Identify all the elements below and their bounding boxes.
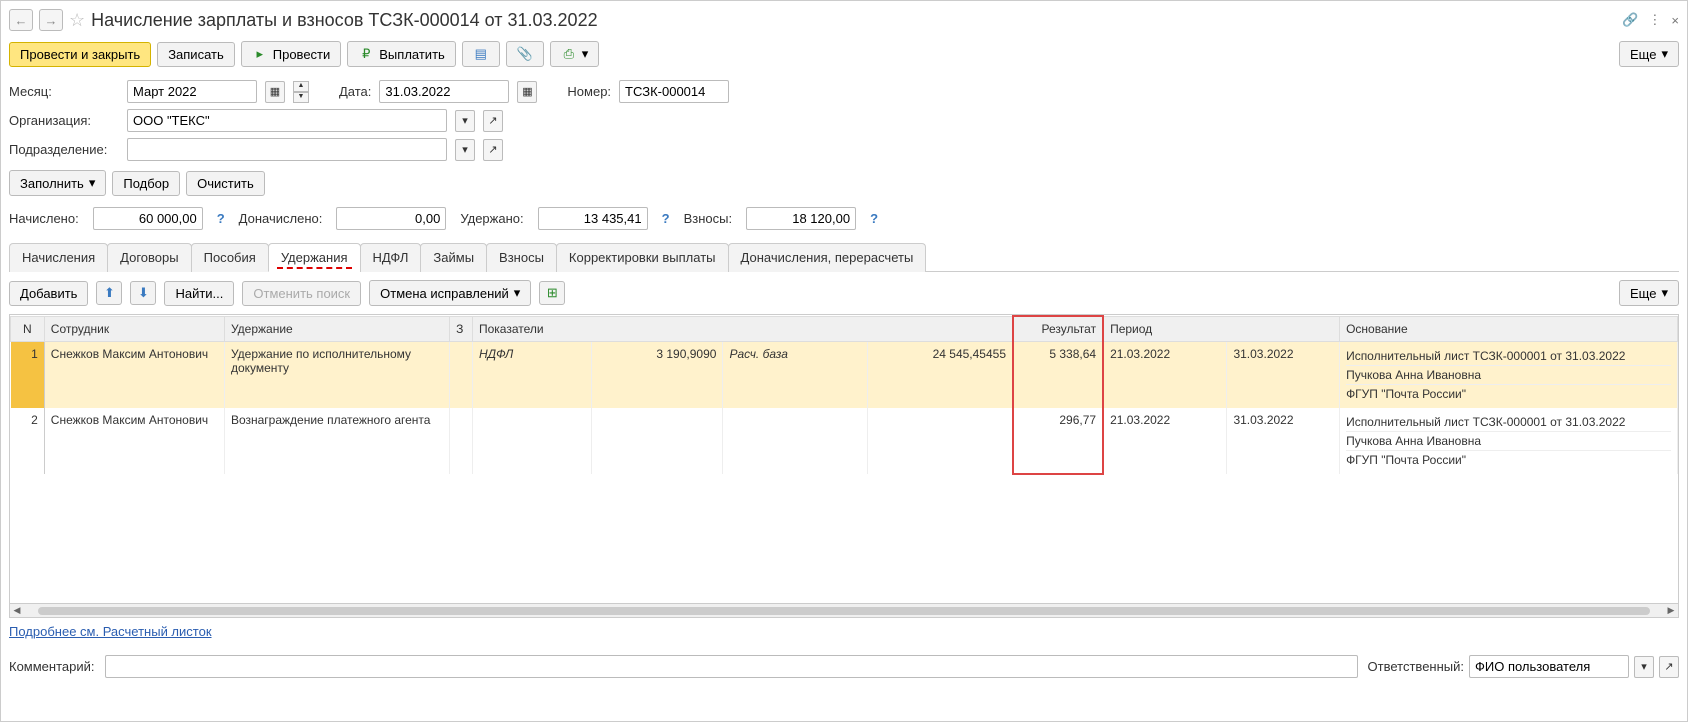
org-label: Организация: — [9, 113, 119, 128]
move-up-button[interactable]: ⬆ — [96, 281, 122, 305]
comment-input[interactable] — [105, 655, 1358, 678]
responsible-open-icon[interactable]: ↗ — [1659, 656, 1679, 678]
date-label: Дата: — [339, 84, 371, 99]
responsible-input[interactable] — [1469, 655, 1629, 678]
post-icon: ▸ — [252, 46, 268, 62]
pay-button[interactable]: ₽Выплатить — [347, 41, 456, 67]
accrued-input[interactable] — [93, 207, 203, 230]
pick-button[interactable]: Подбор — [112, 171, 180, 196]
col-employee[interactable]: Сотрудник — [44, 316, 224, 342]
attach-button[interactable]: 📎 — [506, 41, 544, 67]
date-input[interactable] — [379, 80, 509, 103]
date-calendar-icon[interactable]: ▦ — [517, 81, 537, 103]
tab-pay-corrections[interactable]: Корректировки выплаты — [556, 243, 729, 272]
dept-open-icon[interactable]: ↗ — [483, 139, 503, 161]
page-title: Начисление зарплаты и взносов ТСЗК-00001… — [91, 10, 1616, 31]
move-down-button[interactable]: ⬇ — [130, 281, 156, 305]
number-input[interactable] — [619, 80, 729, 103]
post-button[interactable]: ▸Провести — [241, 41, 342, 67]
accrued-label: Начислено: — [9, 211, 79, 226]
favorite-icon[interactable]: ☆ — [69, 10, 85, 31]
comment-label: Комментарий: — [9, 659, 95, 674]
kebab-icon[interactable]: ⋮ — [1648, 12, 1661, 28]
col-basis[interactable]: Основание — [1340, 316, 1678, 342]
tab-loans[interactable]: Займы — [420, 243, 487, 272]
withheld-help-icon[interactable]: ? — [662, 211, 670, 226]
print-icon: ⎙ — [561, 46, 577, 62]
cancel-fix-button[interactable]: Отмена исправлений ▾ — [369, 280, 531, 306]
month-label: Месяц: — [9, 84, 119, 99]
month-down[interactable]: ▼ — [293, 92, 309, 103]
add-accrued-input[interactable] — [336, 207, 446, 230]
col-period[interactable]: Период — [1103, 316, 1339, 342]
month-input[interactable] — [127, 80, 257, 103]
grid-settings-button[interactable]: ⊞ — [539, 281, 565, 305]
table-row[interactable]: 2 Снежков Максим Антонович Вознаграждени… — [11, 408, 1678, 474]
print-button[interactable]: ⎙ ▾ — [550, 41, 600, 67]
contrib-label: Взносы: — [684, 211, 733, 226]
col-deduction[interactable]: Удержание — [224, 316, 449, 342]
tab-ndfl[interactable]: НДФЛ — [360, 243, 422, 272]
accrued-help-icon[interactable]: ? — [217, 211, 225, 226]
payslip-link[interactable]: Подробнее см. Расчетный листок — [9, 618, 212, 645]
dept-dropdown-icon[interactable]: ▾ — [455, 139, 475, 161]
pay-icon: ₽ — [358, 46, 374, 62]
col-indicators[interactable]: Показатели — [472, 316, 1013, 342]
number-label: Номер: — [567, 84, 611, 99]
forward-button[interactable]: → — [39, 9, 63, 31]
back-button[interactable]: ← — [9, 9, 33, 31]
table-more-button[interactable]: Еще ▾ — [1619, 280, 1679, 306]
tab-accruals[interactable]: Начисления — [9, 243, 108, 272]
close-icon[interactable]: × — [1671, 13, 1679, 28]
withheld-label: Удержано: — [460, 211, 523, 226]
contrib-input[interactable] — [746, 207, 856, 230]
doc-icon: ▤ — [473, 46, 489, 62]
table-hscroll[interactable]: ◀▶ — [9, 604, 1679, 618]
add-accrued-label: Доначислено: — [239, 211, 323, 226]
month-up[interactable]: ▲ — [293, 81, 309, 92]
post-and-close-button[interactable]: Провести и закрыть — [9, 42, 151, 67]
dept-label: Подразделение: — [9, 142, 119, 157]
cancel-find-button[interactable]: Отменить поиск — [242, 281, 361, 306]
org-dropdown-icon[interactable]: ▾ — [455, 110, 475, 132]
responsible-label: Ответственный: — [1368, 659, 1464, 674]
org-input[interactable] — [127, 109, 447, 132]
col-result[interactable]: Результат — [1013, 316, 1103, 342]
more-button[interactable]: Еще ▾ — [1619, 41, 1679, 67]
deductions-table[interactable]: N Сотрудник Удержание З Показатели Резул… — [9, 314, 1679, 604]
tabs: Начисления Договоры Пособия Удержания НД… — [9, 242, 1679, 272]
clear-button[interactable]: Очистить — [186, 171, 265, 196]
col-n[interactable]: N — [11, 316, 45, 342]
save-button[interactable]: Записать — [157, 42, 235, 67]
month-calendar-icon[interactable]: ▦ — [265, 81, 285, 103]
col-indicator-flag[interactable]: З — [450, 316, 473, 342]
fill-button[interactable]: Заполнить ▾ — [9, 170, 106, 196]
tab-recalc[interactable]: Доначисления, перерасчеты — [728, 243, 927, 272]
paperclip-icon: 📎 — [517, 46, 533, 62]
report-button[interactable]: ▤ — [462, 41, 500, 67]
dept-input[interactable] — [127, 138, 447, 161]
withheld-input[interactable] — [538, 207, 648, 230]
link-icon[interactable]: 🔗 — [1622, 12, 1638, 28]
org-open-icon[interactable]: ↗ — [483, 110, 503, 132]
tab-benefits[interactable]: Пособия — [191, 243, 269, 272]
contrib-help-icon[interactable]: ? — [870, 211, 878, 226]
tab-contributions[interactable]: Взносы — [486, 243, 557, 272]
responsible-dropdown-icon[interactable]: ▾ — [1634, 656, 1654, 678]
add-row-button[interactable]: Добавить — [9, 281, 88, 306]
table-row[interactable]: 1 Снежков Максим Антонович Удержание по … — [11, 342, 1678, 409]
find-button[interactable]: Найти... — [164, 281, 234, 306]
tab-contracts[interactable]: Договоры — [107, 243, 191, 272]
tab-deductions[interactable]: Удержания — [268, 243, 361, 272]
